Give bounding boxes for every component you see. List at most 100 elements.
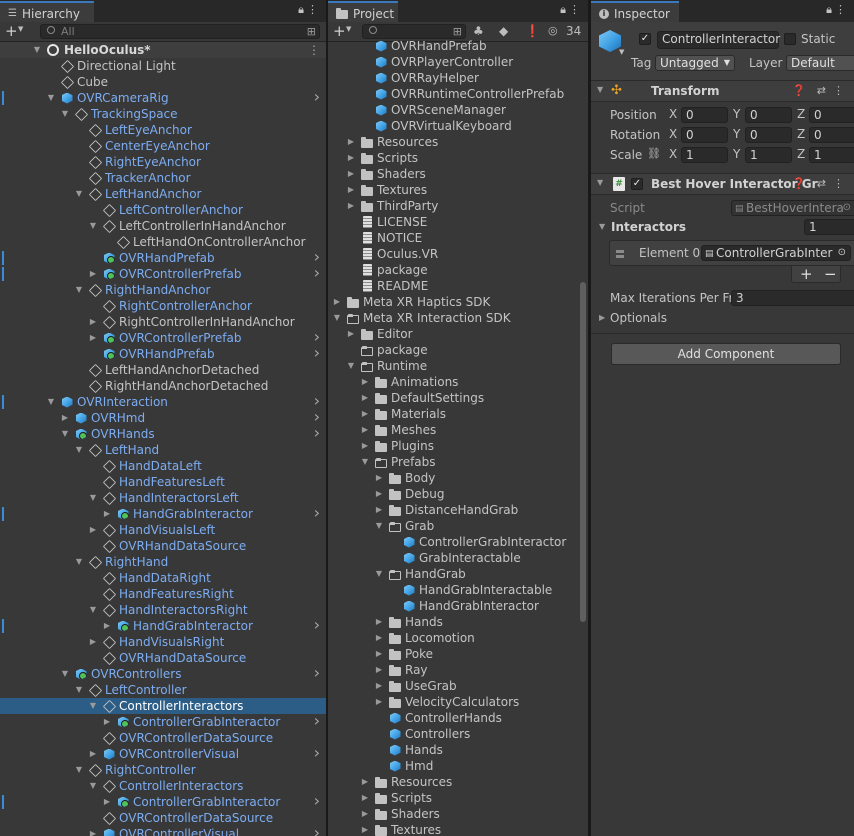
hierarchy-item[interactable]: ▼ LeftHand xyxy=(0,442,326,458)
expand-arrow-icon[interactable]: ▶ xyxy=(102,714,112,730)
hierarchy-item[interactable]: ▶ OVRControllerVisual › xyxy=(0,825,326,836)
kebab-menu-icon[interactable]: ⋮ xyxy=(308,42,320,58)
log-icon[interactable]: ❗ xyxy=(525,24,540,38)
expand-arrow-icon[interactable]: ▶ xyxy=(88,522,98,538)
expand-arrow-icon[interactable]: ▶ xyxy=(102,794,112,810)
project-item[interactable]: OVRPlayerController xyxy=(328,54,588,70)
hierarchy-search-input[interactable]: All ⊞ xyxy=(40,24,320,39)
expand-arrow-icon[interactable]: ▼ xyxy=(360,454,370,470)
rotation-z-field[interactable]: 0 xyxy=(809,127,854,143)
project-item[interactable]: ▼ HandGrab xyxy=(328,566,588,582)
expand-arrow-icon[interactable]: ▶ xyxy=(88,826,98,836)
project-item[interactable]: ▼ Grab xyxy=(328,518,588,534)
chevron-right-icon[interactable]: › xyxy=(314,505,320,521)
expand-arrow-icon[interactable]: ▼ xyxy=(60,106,70,122)
expand-arrow-icon[interactable]: ▼ xyxy=(332,310,342,326)
project-item[interactable]: OVRRuntimeControllerPrefab xyxy=(328,86,588,102)
scale-x-field[interactable]: 1 xyxy=(681,147,728,163)
hierarchy-item[interactable]: ▼ ControllerInteractors xyxy=(0,778,326,794)
project-item[interactable]: package xyxy=(328,262,588,278)
expand-arrow-icon[interactable]: ▼ xyxy=(74,282,84,298)
hierarchy-item[interactable]: RightEyeAnchor xyxy=(0,154,326,170)
project-item[interactable]: ▼ Meta XR Interaction SDK xyxy=(328,310,588,326)
hierarchy-item[interactable]: LeftControllerAnchor xyxy=(0,202,326,218)
expand-arrow-icon[interactable]: ▶ xyxy=(346,198,356,214)
add-element-button[interactable]: + xyxy=(800,265,813,283)
expand-arrow-icon[interactable]: ▼ xyxy=(599,222,605,231)
expand-arrow-icon[interactable]: ▼ xyxy=(88,778,98,794)
scale-y-field[interactable]: 1 xyxy=(745,147,792,163)
hierarchy-item[interactable]: ▼ OVRControllers › xyxy=(0,665,326,682)
hierarchy-item[interactable]: ▼ OVRInteraction › xyxy=(0,393,326,410)
hierarchy-item[interactable]: ▼ OVRHands › xyxy=(0,425,326,442)
add-icon[interactable]: + xyxy=(5,22,18,40)
expand-arrow-icon[interactable]: ▼ xyxy=(88,698,98,714)
help-icon[interactable]: ❓ xyxy=(792,84,806,97)
project-item[interactable]: ▶ Ray xyxy=(328,662,588,678)
hierarchy-item[interactable]: ▶ HandGrabInteractor › xyxy=(0,617,326,634)
hierarchy-item[interactable]: OVRHandDataSource xyxy=(0,650,326,666)
expand-arrow-icon[interactable]: ▼ xyxy=(74,186,84,202)
project-item[interactable]: ▶ Editor xyxy=(328,326,588,342)
hierarchy-item[interactable]: RightHandAnchorDetached xyxy=(0,378,326,394)
lock-icon[interactable]: 🔒︎ xyxy=(826,3,832,17)
expand-arrow-icon[interactable]: ▼ xyxy=(32,42,42,58)
expand-arrow-icon[interactable]: ▼ xyxy=(74,762,84,778)
kebab-menu-icon[interactable]: ⋮ xyxy=(833,84,844,97)
expand-arrow-icon[interactable]: ▶ xyxy=(360,406,370,422)
expand-arrow-icon[interactable]: ▶ xyxy=(346,326,356,342)
chevron-right-icon[interactable]: › xyxy=(314,713,320,729)
hierarchy-item[interactable]: LeftHandAnchorDetached xyxy=(0,362,326,378)
project-item[interactable]: LICENSE xyxy=(328,214,588,230)
active-checkbox[interactable]: ✓ xyxy=(639,33,651,45)
project-item[interactable]: ▶ Scripts xyxy=(328,790,588,806)
rotation-x-field[interactable]: 0 xyxy=(681,127,728,143)
tab-hierarchy[interactable]: ☰ Hierarchy xyxy=(0,1,94,22)
expand-arrow-icon[interactable]: ▶ xyxy=(346,150,356,166)
expand-arrow-icon[interactable]: ▼ xyxy=(46,394,56,410)
component-header[interactable]: ▼ # ✓ Best Hover Interactor Gr ❓ ⇄ ⋮ xyxy=(591,173,854,195)
hierarchy-item[interactable]: RightControllerAnchor xyxy=(0,298,326,314)
project-item[interactable]: ▶ Materials xyxy=(328,406,588,422)
hierarchy-item[interactable]: ▶ OVRControllerVisual › xyxy=(0,745,326,762)
expand-arrow-icon[interactable]: ▶ xyxy=(374,502,384,518)
project-item[interactable]: ▶ Textures xyxy=(328,182,588,198)
hierarchy-item[interactable]: ▶ HandGrabInteractor › xyxy=(0,505,326,522)
expand-arrow-icon[interactable]: ▶ xyxy=(374,630,384,646)
project-item[interactable]: GrabInteractable xyxy=(328,550,588,566)
hierarchy-item[interactable]: TrackerAnchor xyxy=(0,170,326,186)
chevron-down-icon[interactable]: ▼ xyxy=(346,25,351,33)
hierarchy-item[interactable]: ▼ LeftHandAnchor xyxy=(0,186,326,202)
project-item[interactable]: ▶ Poke xyxy=(328,646,588,662)
hierarchy-item[interactable]: ▶ HandVisualsLeft xyxy=(0,522,326,538)
project-item[interactable]: ▶ VelocityCalculators xyxy=(328,694,588,710)
tab-inspector[interactable]: i Inspector xyxy=(591,1,679,22)
object-name-field[interactable]: ControllerInteractor xyxy=(657,31,780,49)
expand-arrow-icon[interactable]: ▼ xyxy=(88,490,98,506)
project-item[interactable]: ▶ ThirdParty xyxy=(328,198,588,214)
expand-arrow-icon[interactable]: ▶ xyxy=(88,314,98,330)
project-item[interactable]: ▶ UseGrab xyxy=(328,678,588,694)
kebab-menu-icon[interactable]: ⋮ xyxy=(569,3,580,16)
project-item[interactable]: NOTICE xyxy=(328,230,588,246)
project-item[interactable]: OVRSceneManager xyxy=(328,102,588,118)
expand-arrow-icon[interactable]: ▼ xyxy=(597,178,603,187)
expand-arrow-icon[interactable]: ▶ xyxy=(88,330,98,346)
hierarchy-item[interactable]: ▶ HandVisualsRight xyxy=(0,634,326,650)
chevron-right-icon[interactable]: › xyxy=(314,825,320,836)
expand-arrow-icon[interactable]: ▶ xyxy=(374,614,384,630)
hierarchy-item[interactable]: ▼ RightHand xyxy=(0,554,326,570)
expand-arrow-icon[interactable]: ▶ xyxy=(88,634,98,650)
expand-arrow-icon[interactable]: ▶ xyxy=(360,422,370,438)
expand-arrow-icon[interactable]: ▼ xyxy=(88,218,98,234)
lock-icon[interactable]: 🔒︎ xyxy=(298,3,304,17)
chevron-down-icon[interactable]: ▼ xyxy=(18,25,23,33)
search-scope-icon[interactable]: ⊞ xyxy=(453,25,462,38)
hierarchy-item[interactable]: CenterEyeAnchor xyxy=(0,138,326,154)
hierarchy-item[interactable]: HandDataLeft xyxy=(0,458,326,474)
expand-arrow-icon[interactable]: ▶ xyxy=(374,646,384,662)
expand-arrow-icon[interactable]: ▼ xyxy=(88,602,98,618)
project-item[interactable]: OVRHandPrefab xyxy=(328,38,588,54)
scene-header[interactable]: ▼ HelloOculus* ⋮ xyxy=(0,42,326,58)
expand-arrow-icon[interactable]: ▼ xyxy=(346,358,356,374)
